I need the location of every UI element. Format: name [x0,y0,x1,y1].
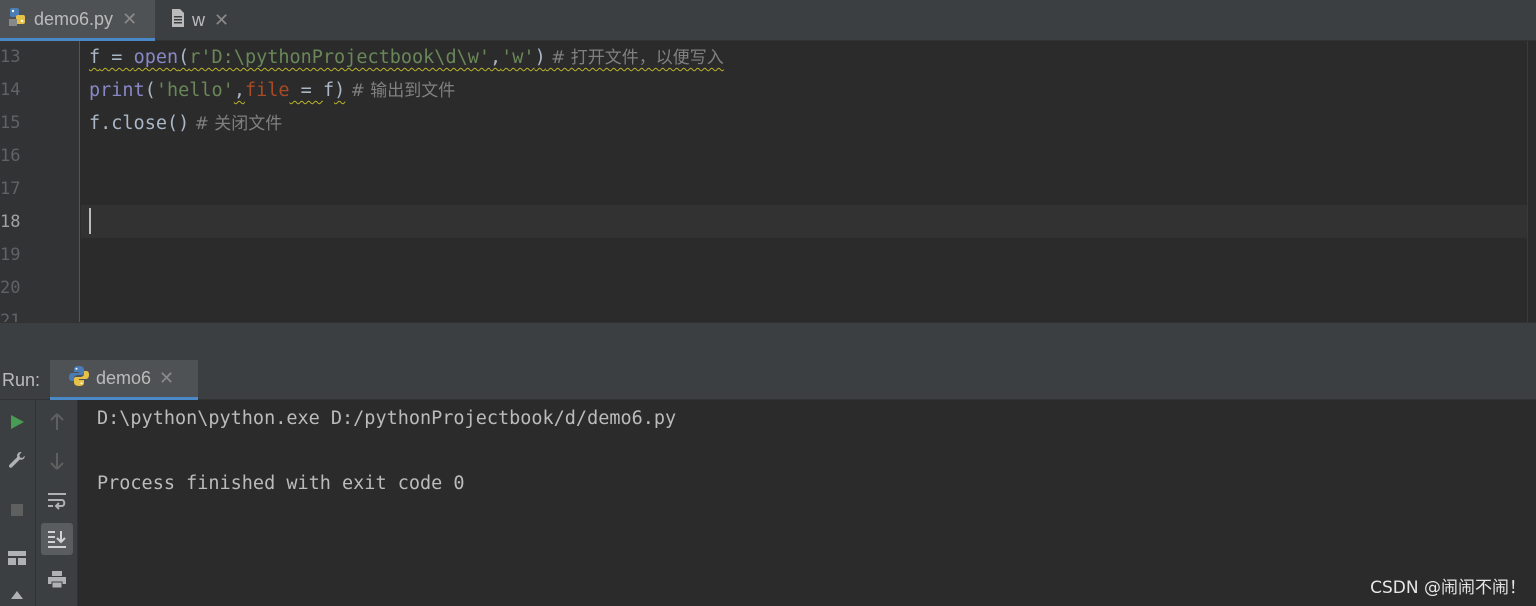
tab-w[interactable]: w ✕ [162,0,242,41]
editor-tab-bar: demo6.py ✕ w ✕ [0,0,1536,41]
arrow-up-icon[interactable] [41,408,73,436]
line-number: 21 [0,311,21,322]
line-number: 16 [0,146,21,166]
soft-wrap-icon[interactable] [41,487,73,515]
line-number: 14 [0,80,21,100]
code-line-15: f.close() # 关闭文件 [89,113,283,134]
run-toolbar-left [0,400,36,606]
line-number: 20 [0,278,21,298]
watermark: CSDN @闹闹不闹！ [1370,578,1526,598]
run-tool-window-header: Run: demo6 ✕ [0,360,1536,400]
current-line-highlight [81,205,1536,238]
layout-icon[interactable] [2,544,32,572]
vertical-scrollbar[interactable] [1527,41,1536,322]
tab-demo6-py[interactable]: demo6.py ✕ [0,0,155,41]
line-number-current: 18 [0,212,21,232]
line-number: 13 [0,47,21,67]
scroll-to-end-icon[interactable] [41,523,73,555]
console-line: D:\python\python.exe D:/pythonProjectboo… [97,408,677,429]
text-caret [89,208,91,234]
line-number: 15 [0,113,21,133]
line-number: 17 [0,179,21,199]
text-file-icon [170,8,186,33]
stop-icon[interactable] [2,496,32,524]
line-number-gutter: 13 14 15 16 17 18 19 20 21 [0,41,80,322]
print-icon[interactable] [41,566,73,594]
run-tab-demo6[interactable]: demo6 ✕ [50,360,198,400]
run-tab-label: demo6 [96,368,152,388]
wrench-icon[interactable] [2,446,32,474]
run-console-output[interactable]: D:\python\python.exe D:/pythonProjectboo… [78,400,1536,606]
panel-separator[interactable] [0,322,1536,360]
run-label: Run: [2,370,41,390]
code-line-14: print('hello',file = f) # 输出到文件 [89,80,456,101]
run-icon[interactable] [2,408,32,436]
close-icon[interactable]: ✕ [159,368,174,389]
python-icon [68,365,90,392]
pin-icon[interactable] [2,586,32,606]
close-icon[interactable]: ✕ [214,10,229,31]
line-number: 19 [0,245,21,265]
code-line-13: f = open(r'D:\pythonProjectbook\d\w','w'… [89,47,724,68]
arrow-down-icon[interactable] [41,447,73,475]
console-line: Process finished with exit code 0 [97,473,465,494]
tab-label: w [192,10,205,30]
close-icon[interactable]: ✕ [122,9,137,30]
code-editor[interactable]: 13 14 15 16 17 18 19 20 21 f = open(r'D:… [0,41,1536,322]
python-file-icon [8,7,28,32]
tab-label: demo6.py [34,8,114,29]
run-toolbar-right [36,400,78,606]
